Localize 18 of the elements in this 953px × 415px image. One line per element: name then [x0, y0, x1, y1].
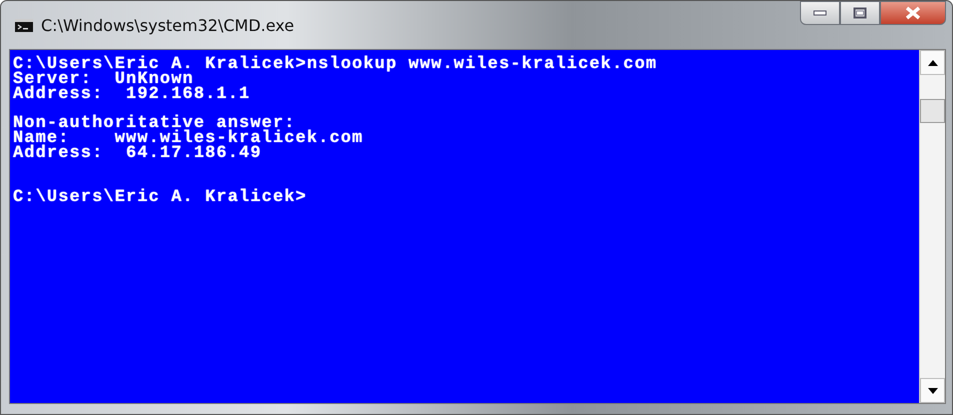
minimize-icon [813, 10, 827, 16]
maximize-icon [853, 7, 867, 19]
up-arrow-icon [928, 60, 938, 66]
minimize-button[interactable] [800, 1, 840, 25]
console-line: Address: 64.17.186.49 [13, 146, 263, 162]
scrollbar[interactable] [919, 50, 945, 403]
close-button[interactable] [880, 1, 946, 25]
scrollbar-thumb[interactable] [920, 99, 945, 123]
down-arrow-icon [928, 388, 938, 394]
console-line: C:\Users\Eric A. Kralicek>nslookup www.wiles-kralicek.com [13, 58, 658, 73]
window-title: C:\Windows\system32\CMD.exe [41, 16, 294, 34]
scroll-down-button[interactable] [920, 378, 945, 403]
scroll-up-button[interactable] [920, 50, 945, 75]
maximize-button[interactable] [840, 1, 880, 25]
console-line: Address: 192.168.1.1 [13, 88, 252, 102]
close-icon [905, 6, 921, 20]
console-icon [15, 18, 33, 32]
console-line: C:\Users\Eric A. Kralicek> [13, 191, 308, 206]
